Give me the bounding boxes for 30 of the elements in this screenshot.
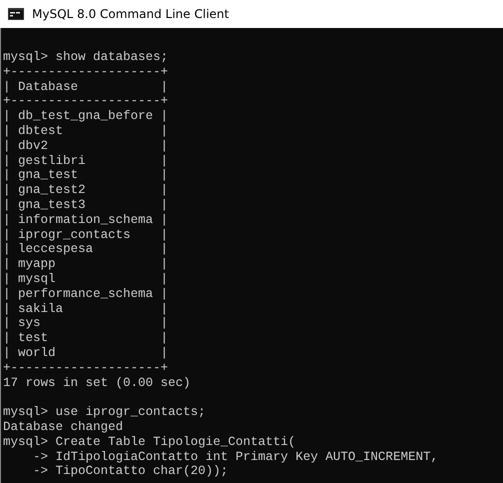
console-line: | sakila | bbox=[3, 302, 168, 316]
console-line: +--------------------+ bbox=[3, 360, 168, 376]
console-line: | world | bbox=[3, 346, 168, 361]
console-line: mysql> show databases; bbox=[3, 50, 168, 65]
console-line: | iprogr_contacts | bbox=[3, 228, 168, 242]
window-title: MySQL 8.0 Command Line Client bbox=[32, 7, 229, 21]
console-line: | Database | bbox=[3, 80, 168, 94]
console-line: | gna_test | bbox=[3, 168, 168, 184]
console-line: +--------------------+ bbox=[3, 94, 168, 110]
console-line: | sys | bbox=[3, 316, 168, 332]
console-line: -> TipoContatto char(20)); bbox=[32, 464, 228, 480]
console-line: | dbv2 | bbox=[3, 138, 168, 154]
console-line: | leccespesa | bbox=[3, 242, 168, 258]
console-line: Database changed bbox=[3, 420, 124, 435]
console-line: | gestlibri | bbox=[3, 154, 168, 168]
console-line: 17 rows in set (0.00 sec) bbox=[3, 376, 191, 390]
console-line: mysql> use iprogr_contacts; bbox=[3, 405, 206, 420]
console-line: mysql> Create Table Tipologie_Contatti( bbox=[3, 434, 296, 450]
console-line: | mysql | bbox=[3, 272, 168, 287]
console-line: -> IdTipologiaContatto int Primary Key AUTO_INCREMENT, bbox=[32, 450, 438, 464]
console-line: | information_schema | bbox=[3, 212, 168, 228]
console-line: | gna_test3 | bbox=[3, 198, 168, 213]
console-line: | db_test_gna_before | bbox=[3, 109, 168, 124]
console-line: | dbtest | bbox=[3, 124, 168, 139]
console-line: +--------------------+ bbox=[3, 64, 168, 80]
console-line: | performance_schema | bbox=[3, 286, 168, 302]
console-app-icon bbox=[8, 8, 24, 20]
console-line: | gna_test2 | bbox=[3, 183, 168, 198]
console-line: | test | bbox=[3, 331, 168, 346]
console-line: | myapp | bbox=[3, 257, 168, 272]
